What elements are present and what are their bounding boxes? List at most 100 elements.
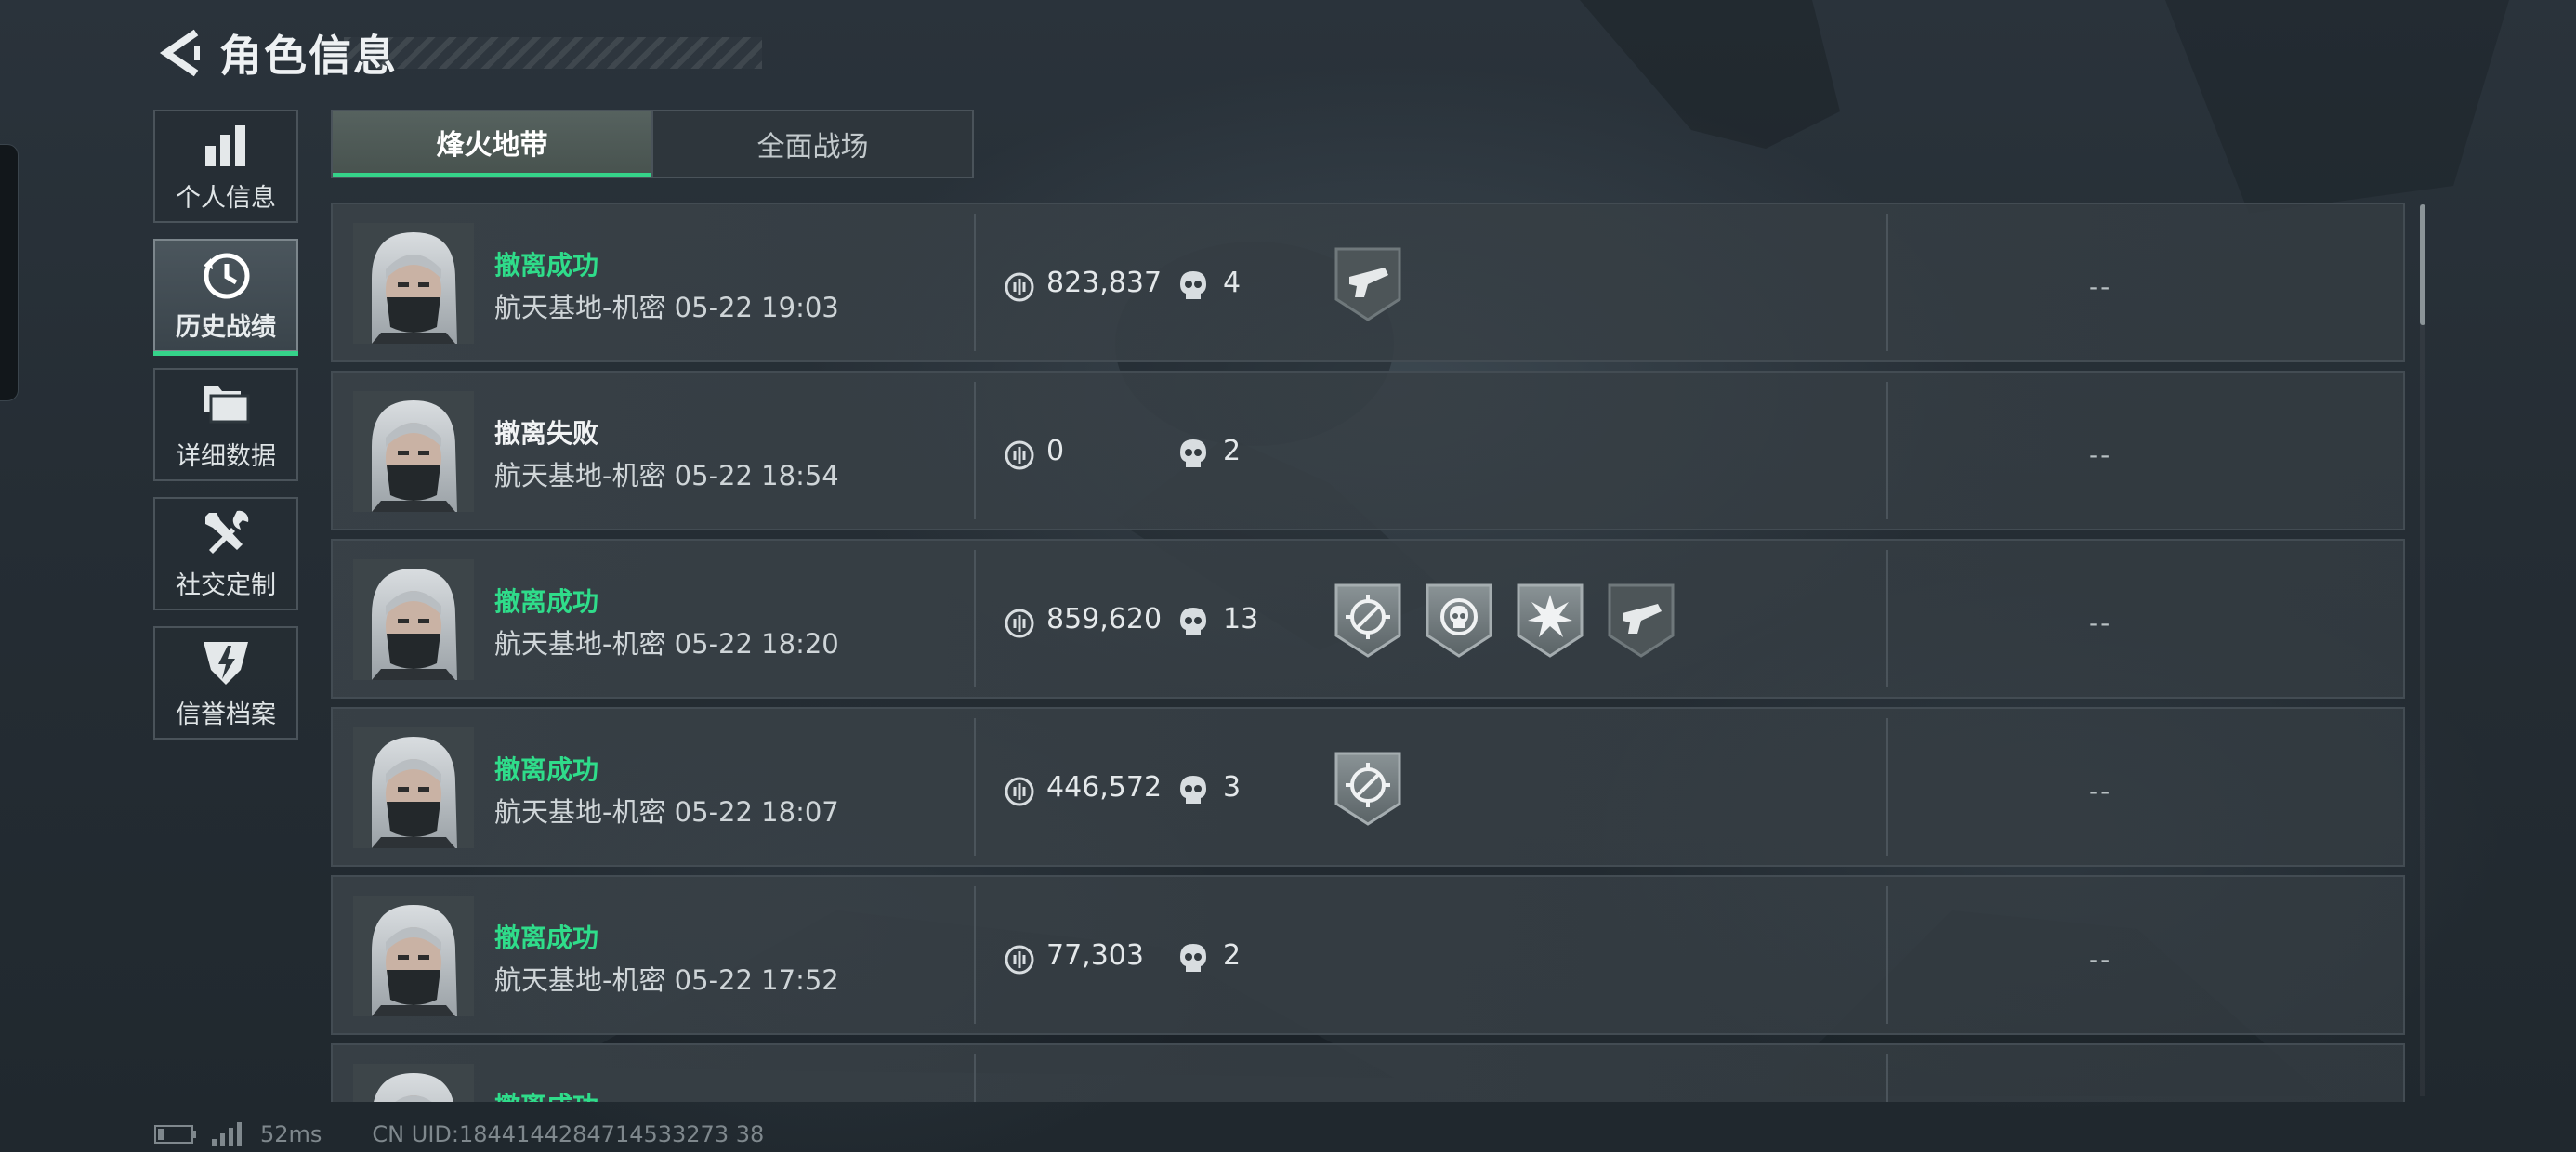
divider xyxy=(1886,382,1888,519)
tools-icon xyxy=(205,510,249,554)
history-clock-icon xyxy=(204,253,250,298)
currency-icon xyxy=(1005,272,1034,302)
divider xyxy=(1886,550,1888,687)
bar-chart-icon xyxy=(205,124,245,166)
page-header: 角色信息 xyxy=(149,20,762,85)
skull-icon xyxy=(1180,944,1206,972)
sidebar-item-label: 信誉档案 xyxy=(176,700,276,729)
extraction-status: 撤离成功 xyxy=(494,250,599,281)
extra-value: -- xyxy=(2089,944,2112,975)
operator-portrait xyxy=(353,727,474,848)
badge-list xyxy=(1333,582,1676,660)
badge-list xyxy=(1333,750,1403,828)
kills-value: 4 xyxy=(1223,267,1242,299)
handgun-badge-icon[interactable] xyxy=(1606,582,1676,660)
currency-icon xyxy=(1005,777,1034,806)
operator-portrait xyxy=(353,896,474,1016)
extra-value: -- xyxy=(2089,271,2112,302)
divider xyxy=(1886,886,1888,1024)
explosion-badge-icon[interactable] xyxy=(1515,582,1585,660)
kills-value: 13 xyxy=(1223,603,1259,635)
map-and-time: 航天基地-机密 05-22 19:03 xyxy=(494,292,839,323)
uid-text: CN UID:1844144284714533273 38 xyxy=(372,1121,765,1147)
map-and-time: 航天基地-机密 05-22 18:07 xyxy=(494,796,839,828)
match-history-list[interactable]: 撤离成功 航天基地-机密 05-22 19:03 823,837 4 -- 撤离… xyxy=(331,203,2405,1102)
operator-portrait xyxy=(353,223,474,344)
badge-list xyxy=(1333,245,1403,323)
divider xyxy=(974,718,976,856)
match-record-row[interactable]: 撤离成功 xyxy=(331,1043,2405,1102)
sidebar-item-social-custom[interactable]: 社交定制 xyxy=(153,497,298,610)
match-record-row[interactable]: 撤离成功 航天基地-机密 05-22 17:52 77,303 2 -- xyxy=(331,875,2405,1035)
skull-icon xyxy=(1180,608,1206,635)
mode-tabs: 烽火地带 全面战场 xyxy=(331,110,974,178)
battery-icon xyxy=(154,1125,196,1144)
sidebar-item-label: 历史战绩 xyxy=(176,312,276,342)
scrollbar-thumb[interactable] xyxy=(2420,204,2425,325)
sidebar-item-detailed-data[interactable]: 详细数据 xyxy=(153,368,298,481)
divider xyxy=(974,886,976,1024)
skull-icon xyxy=(1180,439,1206,467)
match-record-row[interactable]: 撤离失败 航天基地-机密 05-22 18:54 0 2 -- xyxy=(331,371,2405,530)
crosshair-badge-icon[interactable] xyxy=(1333,750,1403,828)
currency-icon xyxy=(1005,609,1034,638)
match-record-row[interactable]: 撤离成功 航天基地-机密 05-22 18:20 859,620 13 -- xyxy=(331,539,2405,699)
sidebar-item-history[interactable]: 历史战绩 xyxy=(153,239,298,356)
kills-value: 2 xyxy=(1223,939,1242,972)
match-record-row[interactable]: 撤离成功 航天基地-机密 05-22 18:07 446,572 3 -- xyxy=(331,707,2405,867)
page-title: 角色信息 xyxy=(219,31,398,81)
currency-icon xyxy=(1005,945,1034,975)
skull-icon xyxy=(1180,271,1206,299)
divider xyxy=(1886,1054,1888,1102)
sidebar-item-label: 详细数据 xyxy=(176,441,276,471)
sidebar-item-label: 个人信息 xyxy=(176,183,276,213)
extra-value: -- xyxy=(2089,776,2112,806)
extraction-status: 撤离成功 xyxy=(494,754,599,785)
money-value: 77,303 xyxy=(1046,939,1144,972)
sidebar-nav: 个人信息 历史战绩 详细数据 社交定制 信誉档案 xyxy=(153,110,300,755)
extraction-status: 撤离成功 xyxy=(494,586,599,617)
money-value: 859,620 xyxy=(1046,603,1163,635)
crosshair-badge-icon[interactable] xyxy=(1333,582,1403,660)
divider xyxy=(1886,718,1888,856)
operator-portrait xyxy=(353,559,474,680)
ping-text: 52ms xyxy=(260,1121,322,1147)
side-drawer-handle[interactable] xyxy=(0,144,19,401)
divider xyxy=(1886,214,1888,351)
extraction-status: 撤离失败 xyxy=(494,418,599,449)
extra-value: -- xyxy=(2089,608,2112,638)
sidebar-item-label: 社交定制 xyxy=(176,570,276,600)
tab-full-battlefield[interactable]: 全面战场 xyxy=(651,111,972,177)
tab-hazard-zone[interactable]: 烽火地带 xyxy=(333,111,651,177)
folders-icon xyxy=(204,386,250,423)
skull-target-badge-icon[interactable] xyxy=(1424,582,1494,660)
currency-icon xyxy=(1005,440,1034,470)
title-decoration xyxy=(344,37,762,69)
back-arrow-icon xyxy=(159,29,200,77)
extraction-status: 撤离成功 xyxy=(494,923,599,953)
status-footer: 52ms CN UID:1844144284714533273 38 xyxy=(154,1120,764,1148)
match-record-row[interactable]: 撤离成功 航天基地-机密 05-22 19:03 823,837 4 -- xyxy=(331,203,2405,362)
list-scrollbar[interactable] xyxy=(2420,204,2425,1096)
skull-icon xyxy=(1180,776,1206,804)
divider xyxy=(974,382,976,519)
shield-bolt-icon xyxy=(204,641,248,685)
back-button[interactable] xyxy=(149,20,214,85)
map-and-time: 航天基地-机密 05-22 18:54 xyxy=(494,460,839,491)
divider xyxy=(974,214,976,351)
handgun-badge-icon[interactable] xyxy=(1333,245,1403,323)
money-value: 823,837 xyxy=(1046,267,1163,299)
divider xyxy=(974,1054,976,1102)
sidebar-item-personal-info[interactable]: 个人信息 xyxy=(153,110,298,223)
extraction-status: 撤离成功 xyxy=(494,1086,598,1102)
signal-icon xyxy=(212,1122,242,1146)
kills-value: 2 xyxy=(1223,435,1242,467)
map-and-time: 航天基地-机密 05-22 17:52 xyxy=(494,964,839,996)
money-value: 0 xyxy=(1046,435,1065,467)
sidebar-item-reputation[interactable]: 信誉档案 xyxy=(153,626,298,740)
divider xyxy=(974,550,976,687)
operator-portrait xyxy=(353,1064,474,1102)
kills-value: 3 xyxy=(1223,771,1242,804)
map-and-time: 航天基地-机密 05-22 18:20 xyxy=(494,628,839,660)
operator-portrait xyxy=(353,391,474,512)
